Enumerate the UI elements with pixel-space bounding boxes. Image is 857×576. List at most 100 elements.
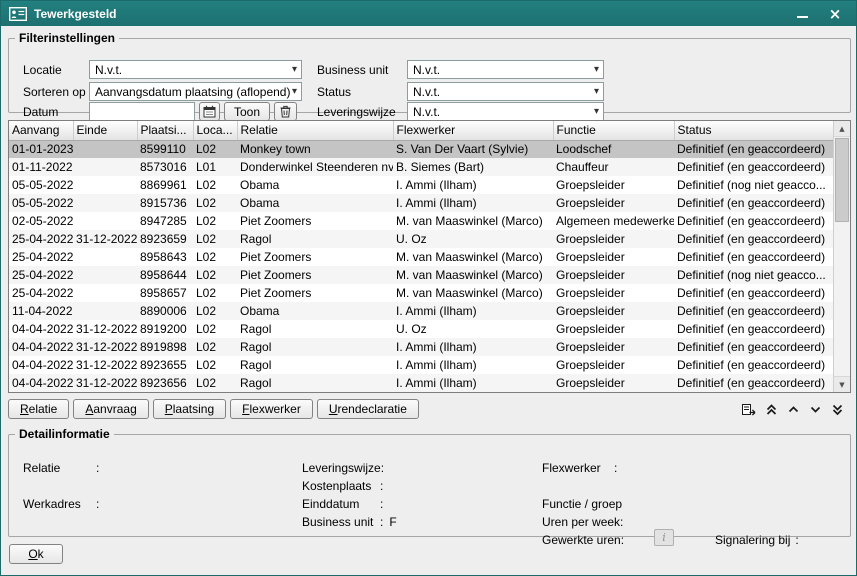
cell-plaatsingsnummer: 8958644 [137,266,193,284]
detail-signalering: Signalering bij : [715,533,799,547]
cell-aanvang: 02-05-2022 [9,212,73,230]
detail-flexwerker: Flexwerker : [542,461,617,475]
datum-label: Datum [23,105,58,119]
flexwerker-button[interactable]: Flexwerker [230,399,313,419]
column-header-plaatsingsnummer[interactable]: Plaatsi... [137,121,193,140]
cell-aanvang: 01-11-2022 [9,158,73,176]
gewerkte-uren-info-button[interactable]: i [654,529,674,546]
cell-einde: 31-12-2022 [73,320,137,338]
minimize-button[interactable] [789,4,815,24]
relatie-button[interactable]: Relatie [8,399,69,419]
ok-button[interactable]: Ok [9,544,63,564]
cell-aanvang: 11-04-2022 [9,302,73,320]
business-unit-select[interactable]: N.v.t. ▾ [407,60,604,79]
cell-locatie: L02 [193,320,237,338]
cell-plaatsingsnummer: 8958643 [137,248,193,266]
vertical-scrollbar[interactable]: ▲ ▼ [833,121,850,392]
cell-einde [73,248,137,266]
cell-plaatsingsnummer: 8923659 [137,230,193,248]
cell-relatie: Ragol [237,374,393,392]
column-header-functie[interactable]: Functie [553,121,674,140]
detail-group: Detailinformatie Relatie : Werkadres : L… [8,427,851,537]
colon-separator: : [96,497,99,511]
cell-aanvang: 04-04-2022 [9,356,73,374]
column-header-locatie[interactable]: Loca... [193,121,237,140]
cell-status: Definitief (en geaccordeerd) [674,212,833,230]
cell-relatie: Ragol [237,356,393,374]
table-row[interactable]: 02-05-20228947285L02Piet ZoomersM. van M… [9,212,833,230]
column-header-flexwerker[interactable]: Flexwerker [393,121,553,140]
close-button[interactable]: × [822,4,848,24]
detail-business-unit-value: F [389,515,396,529]
cell-aanvang: 25-04-2022 [9,266,73,284]
cell-plaatsingsnummer: 8890006 [137,302,193,320]
detail-uren-per-week: Uren per week : [542,515,623,529]
detail-business-unit-label: Business unit [302,515,380,529]
cell-relatie: Donderwinkel Steenderen nv [237,158,393,176]
sorteren-op-label: Sorteren op [23,85,86,99]
app-icon [9,7,27,21]
cell-flexwerker: S. Van Der Vaart (Sylvie) [393,140,553,158]
table-row[interactable]: 11-04-20228890006L02ObamaI. Ammi (Ilham)… [9,302,833,320]
colon-separator: : [380,479,383,493]
datum-input[interactable] [89,102,195,121]
scroll-to-top-icon[interactable] [765,403,778,416]
aanvraag-button[interactable]: Aanvraag [73,399,148,419]
cell-plaatsingsnummer: 8573016 [137,158,193,176]
scrollbar-up-arrow[interactable]: ▲ [834,121,850,137]
table-row[interactable]: 25-04-20228958643L02Piet ZoomersM. van M… [9,248,833,266]
cell-einde: 31-12-2022 [73,374,137,392]
plaatsing-button[interactable]: Plaatsing [153,399,226,419]
scroll-down-icon[interactable] [809,403,822,416]
colon-separator: : [795,533,798,547]
filter-group: Filterinstellingen Locatie N.v.t. ▾ Busi… [8,31,851,113]
cell-plaatsingsnummer: 8869961 [137,176,193,194]
table-row[interactable]: 25-04-20228958657L02Piet ZoomersM. van M… [9,284,833,302]
navigation-icons [741,402,844,416]
sorteren-op-select[interactable]: Aanvangsdatum plaatsing (aflopend) ▾ [89,82,302,101]
detail-flexwerker-label: Flexwerker [542,461,614,475]
cell-status: Definitief (en geaccordeerd) [674,338,833,356]
table-row[interactable]: 25-04-20228958644L02Piet ZoomersM. van M… [9,266,833,284]
urendeclaratie-button[interactable]: Urendeclaratie [317,399,419,419]
delete-filter-button[interactable] [274,102,297,121]
cell-locatie: L01 [193,158,237,176]
scroll-up-icon[interactable] [787,403,800,416]
status-select[interactable]: N.v.t. ▾ [407,82,604,101]
cell-functie: Groepsleider [553,176,674,194]
column-header-aanvang[interactable]: Aanvang [9,121,73,140]
column-header-status[interactable]: Status [674,121,833,140]
toon-button[interactable]: Toon [224,102,270,121]
table-row[interactable]: 04-04-202231-12-20228923656L02RagolI. Am… [9,374,833,392]
table-row[interactable]: 05-05-20228869961L02ObamaI. Ammi (Ilham)… [9,176,833,194]
detail-werkadres: Werkadres : [23,497,99,511]
leveringswijze-select[interactable]: N.v.t. ▾ [407,102,604,121]
scroll-to-bottom-icon[interactable] [831,403,844,416]
cell-locatie: L02 [193,374,237,392]
locatie-select[interactable]: N.v.t. ▾ [89,60,302,79]
table-row[interactable]: 04-04-202231-12-20228919898L02RagolI. Am… [9,338,833,356]
cell-relatie: Piet Zoomers [237,266,393,284]
column-header-relatie[interactable]: Relatie [237,121,393,140]
column-header-einde[interactable]: Einde [73,121,137,140]
datum-calendar-button[interactable] [199,102,220,121]
scrollbar-thumb[interactable] [835,138,849,222]
table-row[interactable]: 25-04-202231-12-20228923659L02RagolU. Oz… [9,230,833,248]
table-row[interactable]: 05-05-20228915736L02ObamaI. Ammi (Ilham)… [9,194,833,212]
cell-functie: Groepsleider [553,194,674,212]
open-record-icon[interactable] [741,402,756,416]
scrollbar-down-arrow[interactable]: ▼ [834,376,850,392]
locatie-label: Locatie [23,63,62,77]
table-row[interactable]: 01-01-20238599110L02Monkey townS. Van De… [9,140,833,158]
cell-functie: Groepsleider [553,284,674,302]
cell-locatie: L02 [193,338,237,356]
cell-relatie: Ragol [237,230,393,248]
cell-aanvang: 04-04-2022 [9,320,73,338]
cell-locatie: L02 [193,176,237,194]
table-row[interactable]: 04-04-202231-12-20228919200L02RagolU. Oz… [9,320,833,338]
table-row[interactable]: 04-04-202231-12-20228923655L02RagolI. Am… [9,356,833,374]
table-row[interactable]: 01-11-2022 8573016L01Donderwinkel Steende… [9,158,833,176]
business-unit-label: Business unit [317,63,388,77]
cell-flexwerker: B. Siemes (Bart) [393,158,553,176]
cell-flexwerker: M. van Maaswinkel (Marco) [393,284,553,302]
